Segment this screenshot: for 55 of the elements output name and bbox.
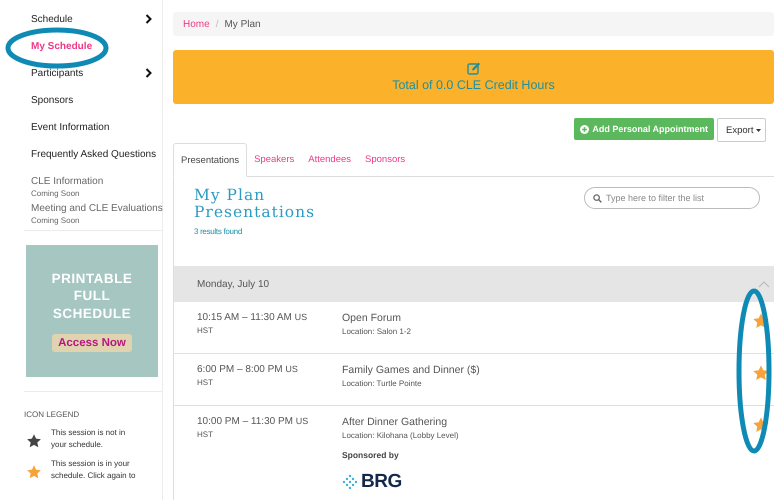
coming-soon-note: Coming Soon <box>31 216 80 225</box>
sidebar-item[interactable]: Sponsors <box>31 95 74 106</box>
results-count: 3 results found <box>194 227 243 236</box>
star-button[interactable] <box>752 312 770 330</box>
tab[interactable]: Sponsors <box>358 143 412 176</box>
session-location: Location: Kilohana (Lobby Level) <box>342 431 460 440</box>
breadcrumb-separator: / <box>216 18 218 30</box>
breadcrumb-link[interactable]: Home <box>183 18 210 30</box>
banner-text: FULL <box>74 287 110 305</box>
chevron-right-icon[interactable] <box>145 14 152 24</box>
day-header[interactable]: Monday, July 10 <box>174 266 774 302</box>
star-button[interactable] <box>752 416 770 434</box>
caret-icon <box>756 128 762 132</box>
session-time: 6:00 PM – 8:00 PM US <box>197 364 299 375</box>
chevron-right-icon[interactable] <box>145 68 152 78</box>
sidebar-item[interactable]: Schedule <box>31 14 73 25</box>
coming-soon-note: Coming Soon <box>31 189 80 198</box>
legend-title: ICON LEGEND <box>23 409 80 419</box>
session-time: 10:15 AM – 11:30 AM US <box>197 312 308 323</box>
search-icon <box>593 194 602 203</box>
sponsor-logo: BRG <box>342 471 402 493</box>
filter-field[interactable]: Type here to filter the list <box>584 187 760 209</box>
plus-circle-icon <box>580 124 590 134</box>
tab[interactable]: Presentations <box>173 143 248 177</box>
page-title: My Plan <box>194 187 266 204</box>
banner-text: PRINTABLE <box>52 270 132 288</box>
time-zone: HST <box>197 430 214 439</box>
sidebar-item[interactable]: Participants <box>31 68 84 79</box>
sidebar-item[interactable]: CLE Information <box>31 176 104 187</box>
access-now-button[interactable]: Access Now <box>52 334 132 352</box>
tab[interactable]: Speakers <box>247 143 302 176</box>
legend-text: This session is in your schedule. Click again to <box>51 458 136 482</box>
session-title[interactable]: Family Games and Dinner ($) <box>342 364 774 376</box>
printable-schedule-banner[interactable]: PRINTABLE FULL SCHEDULE Access Now <box>26 245 158 377</box>
credit-hours-text: Total of 0.0 CLE Credit Hours <box>392 78 555 92</box>
session-title[interactable]: After Dinner Gathering <box>342 416 774 428</box>
session-location: Location: Turtle Pointe <box>342 379 423 388</box>
sidebar-item[interactable]: Meeting and CLE Evaluations <box>31 203 163 214</box>
session-location: Location: Salon 1-2 <box>342 327 412 336</box>
legend-text: This session is not in your schedule. <box>51 427 126 450</box>
session-title[interactable]: Open Forum <box>342 312 774 324</box>
page-title: Presentations <box>194 204 316 221</box>
time-zone: HST <box>197 326 214 335</box>
sponsored-by-label: Sponsored by <box>342 450 400 460</box>
time-zone: HST <box>197 378 214 387</box>
sidebar-item[interactable]: My Schedule <box>31 41 92 52</box>
breadcrumb-current: My Plan <box>224 18 261 30</box>
sidebar-item[interactable]: Event Information <box>31 122 110 133</box>
tab[interactable]: Attendees <box>301 143 358 176</box>
export-button[interactable]: Export <box>717 118 766 142</box>
banner-text: SCHEDULE <box>52 304 132 322</box>
session-time: 10:00 PM – 11:30 PM US <box>197 416 310 427</box>
sidebar-item[interactable]: Frequently Asked Questions <box>31 149 156 160</box>
edit-icon <box>466 62 480 75</box>
day-label: Monday, July 10 <box>197 278 270 290</box>
